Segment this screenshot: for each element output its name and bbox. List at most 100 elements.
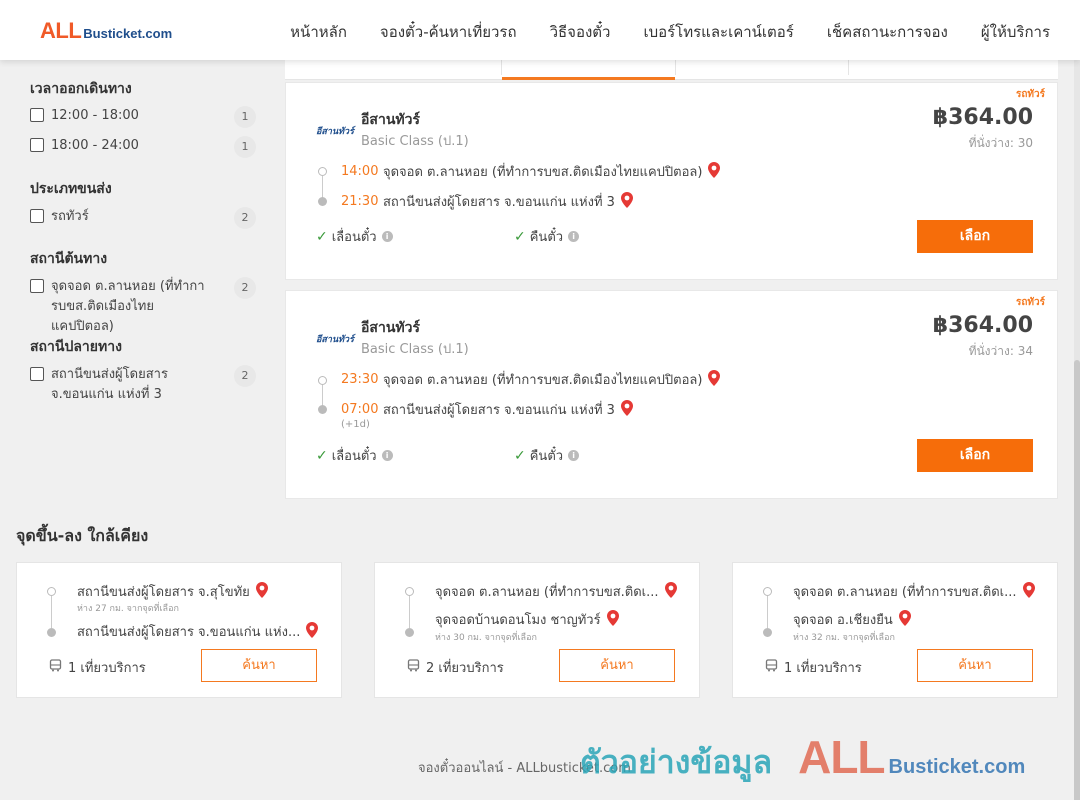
refund-ticket-policy: ✓ คืนตั๋ว i	[514, 226, 580, 247]
checkbox[interactable]	[30, 138, 44, 152]
check-icon: ✓	[316, 228, 328, 245]
info-icon[interactable]: i	[568, 231, 580, 242]
arrival-stop-name: สถานีขนส่งผู้โดยสาร จ.ขอนแก่น แห่งที่ 3	[383, 195, 615, 210]
operator-name: อีสานทัวร์	[361, 112, 420, 128]
info-icon[interactable]: i	[381, 231, 393, 242]
search-button[interactable]: ค้นหา	[559, 649, 675, 682]
timeline-line	[409, 596, 410, 628]
nearby-stop-bottom: จุดจอด อ.เชียงยืน	[793, 609, 911, 630]
trip-count-label: 2 เที่ยวบริการ	[426, 661, 504, 676]
timeline-line	[51, 596, 52, 628]
map-pin-icon[interactable]	[898, 609, 911, 630]
checkbox[interactable]	[30, 367, 44, 381]
bus-icon	[49, 659, 62, 676]
nearby-stop-bottom: สถานีขนส่งผู้โดยสาร จ.ขอนแก่น แห่ง...	[77, 621, 319, 642]
count-badge: 1	[234, 136, 256, 158]
timeline-end-dot	[763, 628, 772, 637]
nav-home[interactable]: หน้าหลัก	[290, 20, 347, 44]
departure-time: 14:00	[341, 164, 379, 179]
nav-operators[interactable]: ผู้ให้บริการ	[981, 20, 1050, 44]
trip-count-label: 1 เที่ยวบริการ	[68, 661, 146, 676]
info-icon[interactable]: i	[381, 450, 393, 461]
search-button[interactable]: ค้นหา	[201, 649, 317, 682]
checkbox[interactable]	[30, 209, 44, 223]
stop-name: จุดจอดบ้านดอนโมง ชาญทัวร์	[435, 613, 601, 628]
change-ticket-policy: ✓ เลื่อนตั๋ว i	[316, 445, 393, 466]
select-trip-button[interactable]: เลือก	[917, 220, 1033, 253]
filter-option-tour-bus[interactable]: รถทัวร์ 2	[30, 207, 256, 229]
map-pin-icon[interactable]	[620, 191, 633, 212]
info-icon[interactable]: i	[568, 450, 580, 461]
nav-phone-counters[interactable]: เบอร์โทรและเคาน์เตอร์	[643, 20, 793, 44]
nav-how-to-book[interactable]: วิธีจองตั๋ว	[550, 20, 611, 44]
map-pin-icon[interactable]	[708, 161, 721, 182]
logo-rest-text: Busticket.com	[83, 26, 173, 41]
policy-label: เลื่อนตั๋ว	[331, 230, 377, 245]
nav-check-booking[interactable]: เช็คสถานะการจอง	[827, 20, 948, 44]
scrollbar-thumb[interactable]	[1074, 360, 1080, 800]
timeline-end-dot	[405, 628, 414, 637]
nearby-stop-top: สถานีขนส่งผู้โดยสาร จ.สุโขทัย	[77, 581, 268, 602]
checkbox[interactable]	[30, 279, 44, 293]
nearby-card: จุดจอด ต.ลานหอย (ที่ทำการบขส.ติดเ... จุด…	[732, 562, 1058, 698]
trip-price: ฿364.00	[932, 313, 1033, 338]
seats-available: ที่นั่งว่าง: 34	[968, 344, 1033, 358]
timeline-start-dot	[318, 167, 327, 176]
arrival-stop: 21:30 สถานีขนส่งผู้โดยสาร จ.ขอนแก่น แห่ง…	[341, 191, 633, 212]
main-nav: หน้าหลัก จองตั๋ว-ค้นหาเที่ยวรถ วิธีจองตั…	[290, 20, 1080, 44]
transport-tag: รถทัวร์	[1015, 297, 1045, 308]
arrival-stop: 07:00 สถานีขนส่งผู้โดยสาร จ.ขอนแก่น แห่ง…	[341, 399, 633, 420]
trip-count-label: 1 เที่ยวบริการ	[784, 661, 862, 676]
map-pin-icon[interactable]	[606, 609, 619, 630]
seats-available: ที่นั่งว่าง: 30	[968, 136, 1033, 150]
filter-title-origin: สถานีต้นทาง	[30, 251, 108, 267]
watermark-logo-all: ALL	[798, 731, 885, 783]
count-badge: 2	[234, 365, 256, 387]
trip-count: 1 เที่ยวบริการ	[765, 657, 862, 678]
transport-tag: รถทัวร์	[1015, 89, 1045, 100]
filter-option-origin[interactable]: จุดจอด ต.ลานหอย (ที่ทำการบขส.ติดเมืองไทย…	[30, 277, 256, 337]
check-icon: ✓	[514, 228, 526, 245]
filter-label: 12:00 - 18:00	[51, 108, 139, 123]
map-pin-icon[interactable]	[708, 369, 721, 390]
site-logo[interactable]: ALL Busticket.com	[40, 18, 172, 44]
map-pin-icon[interactable]	[1022, 581, 1035, 602]
active-tab-indicator[interactable]	[502, 77, 675, 80]
map-pin-icon[interactable]	[664, 581, 677, 602]
select-trip-button[interactable]: เลือก	[917, 439, 1033, 472]
next-day-indicator: (+1d)	[341, 419, 370, 430]
filter-option-12-18[interactable]: 12:00 - 18:00 1	[30, 106, 256, 128]
watermark-logo-rest: Busticket.com	[888, 756, 1026, 778]
count-badge: 2	[234, 207, 256, 229]
trip-card: รถทัวร์ อีสานทัวร์ อีสานทัวร์ Basic Clas…	[285, 290, 1058, 499]
page-scrollbar[interactable]	[1074, 60, 1080, 800]
departure-stop-name: จุดจอด ต.ลานหอย (ที่ทำการบขส.ติดเมืองไทย…	[383, 165, 703, 180]
timeline-line	[767, 596, 768, 628]
bus-icon	[407, 659, 420, 676]
arrival-stop-name: สถานีขนส่งผู้โดยสาร จ.ขอนแก่น แห่งที่ 3	[383, 403, 615, 418]
policy-label: เลื่อนตั๋ว	[331, 449, 377, 464]
timeline-line	[322, 385, 323, 406]
stop-name: จุดจอด อ.เชียงยืน	[793, 613, 893, 628]
count-badge: 1	[234, 106, 256, 128]
distance-note: ห่าง 30 กม. จากจุดที่เลือก	[435, 633, 537, 643]
stop-name: จุดจอด ต.ลานหอย (ที่ทำการบขส.ติดเ...	[793, 585, 1017, 600]
timeline-end-dot	[318, 197, 327, 206]
filter-option-destination[interactable]: สถานีขนส่งผู้โดยสาร จ.ขอนแก่น แห่งที่ 3 …	[30, 365, 256, 405]
map-pin-icon[interactable]	[255, 581, 268, 602]
trip-count: 2 เที่ยวบริการ	[407, 657, 504, 678]
departure-time: 23:30	[341, 372, 379, 387]
timeline-end-dot	[47, 628, 56, 637]
arrival-time: 07:00	[341, 402, 379, 417]
bus-class: Basic Class (ป.1)	[361, 342, 469, 357]
filter-option-18-24[interactable]: 18:00 - 24:00 1	[30, 136, 256, 158]
stop-name: สถานีขนส่งผู้โดยสาร จ.สุโขทัย	[77, 585, 250, 600]
bus-class: Basic Class (ป.1)	[361, 134, 469, 149]
search-button[interactable]: ค้นหา	[917, 649, 1033, 682]
departure-stop: 14:00 จุดจอด ต.ลานหอย (ที่ทำการบขส.ติดเม…	[341, 161, 721, 182]
checkbox[interactable]	[30, 108, 44, 122]
nav-book-search[interactable]: จองตั๋ว-ค้นหาเที่ยวรถ	[380, 20, 517, 44]
map-pin-icon[interactable]	[306, 621, 319, 642]
policy-label: คืนตั๋ว	[529, 449, 564, 464]
map-pin-icon[interactable]	[620, 399, 633, 420]
